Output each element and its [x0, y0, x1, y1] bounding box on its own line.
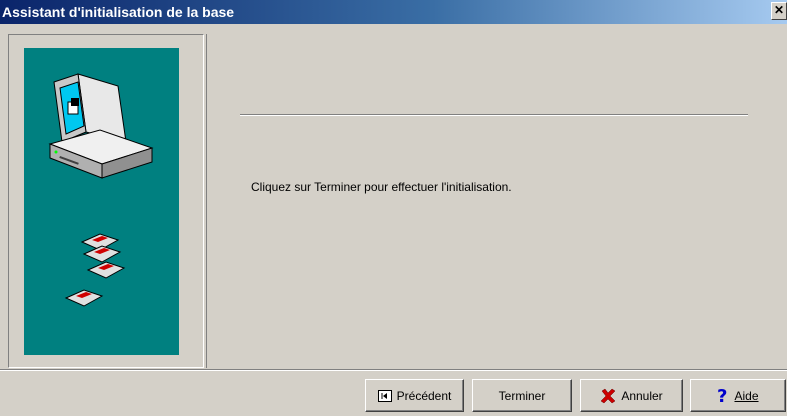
cancel-button-label: Annuler	[621, 388, 663, 403]
floppy-disk-icon	[64, 289, 104, 307]
previous-icon	[377, 389, 392, 402]
wizard-content-area	[206, 34, 787, 368]
instruction-text: Cliquez sur Terminer pour effectuer l'in…	[251, 180, 512, 194]
cancel-button[interactable]: Annuler	[580, 379, 683, 412]
cancel-x-icon	[600, 388, 616, 403]
close-button[interactable]: ✕	[771, 2, 787, 20]
previous-button[interactable]: Précédent	[365, 379, 464, 412]
button-bar-separator	[0, 369, 787, 371]
computer-icon	[48, 73, 154, 179]
content-separator	[240, 114, 748, 116]
window-title: Assistant d'initialisation de la base	[2, 4, 235, 20]
help-button-label: Aide	[734, 388, 759, 403]
wizard-image-panel	[24, 48, 179, 355]
finish-button-label: Terminer	[498, 388, 546, 403]
previous-button-label: Précédent	[396, 388, 452, 403]
title-bar: Assistant d'initialisation de la base ✕	[0, 0, 787, 24]
help-question-icon: ?	[717, 387, 727, 405]
svg-text:?: ?	[717, 387, 727, 405]
help-button[interactable]: ? Aide	[690, 379, 786, 412]
floppy-disk-icon	[86, 261, 126, 279]
finish-button[interactable]: Terminer	[472, 379, 572, 412]
